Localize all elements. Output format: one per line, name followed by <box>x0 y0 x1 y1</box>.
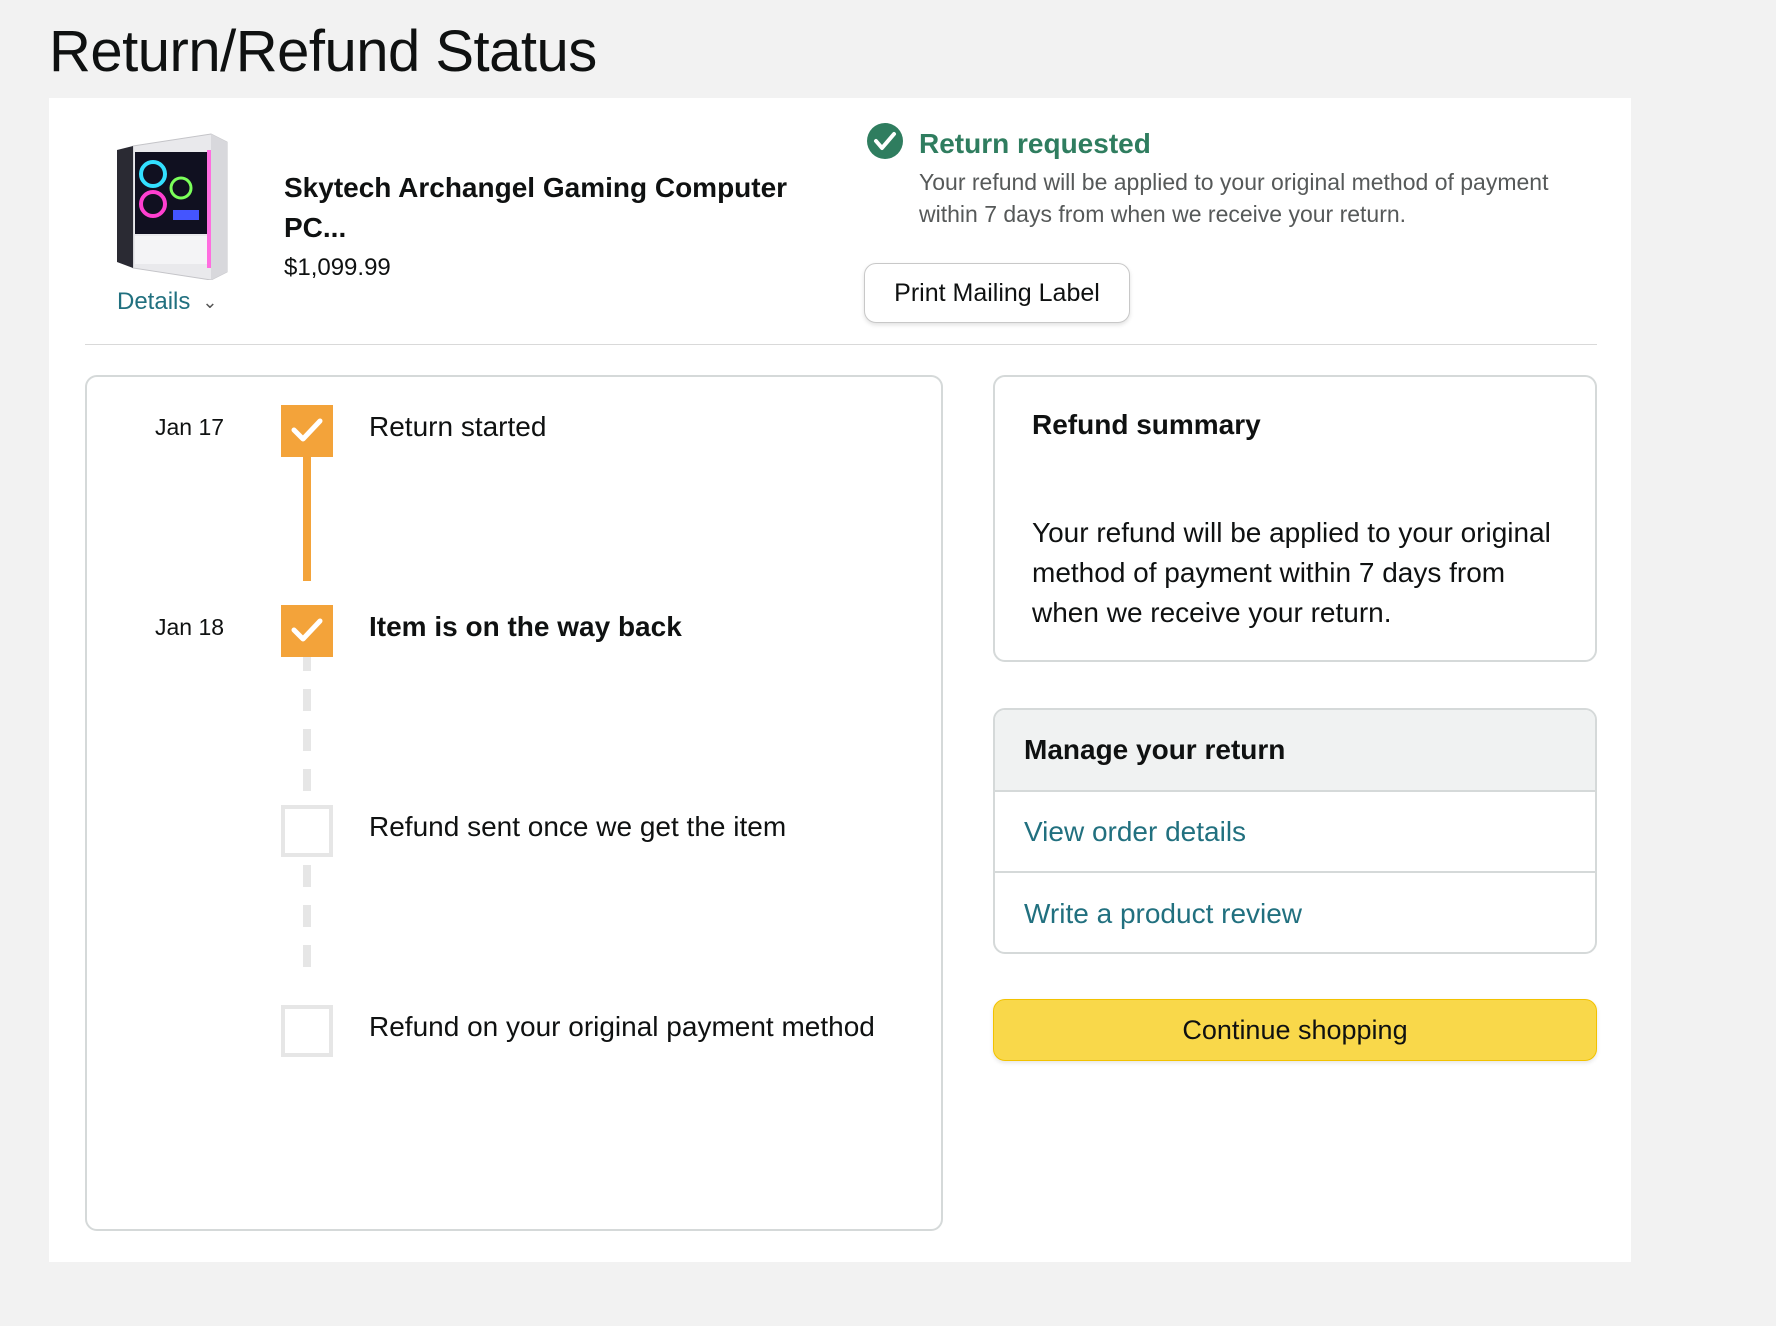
manage-return-panel: Manage your return View order details Wr… <box>993 708 1597 954</box>
timeline-step-label: Return started <box>369 411 547 442</box>
return-timeline: Jan 17 Return started Jan 18 Item is on … <box>85 375 943 1231</box>
timeline-step-date: Jan 18 <box>155 614 225 640</box>
page-title: Return/Refund Status <box>49 19 597 84</box>
return-status-card: Details ⌄ Skytech Archangel Gaming Compu… <box>49 98 1631 1262</box>
checkbox-empty-icon <box>281 1005 333 1057</box>
details-label: Details <box>117 288 191 315</box>
timeline-step-label: Refund on your original payment method <box>369 1011 875 1042</box>
refund-summary-title: Refund summary <box>1032 409 1261 440</box>
timeline-step-label: Refund sent once we get the item <box>369 811 787 842</box>
checkbox-empty-icon <box>281 805 333 857</box>
product-name[interactable]: Skytech Archangel Gaming Computer PC... <box>284 168 804 248</box>
write-product-review-link[interactable]: Write a product review <box>995 873 1595 952</box>
timeline-pending-line <box>303 649 311 799</box>
section-divider <box>85 344 1597 345</box>
timeline-step-date: Jan 17 <box>155 414 225 440</box>
refund-summary-panel: Refund summary Your refund will be appli… <box>993 375 1597 662</box>
details-dropdown[interactable]: Details ⌄ <box>117 288 217 316</box>
product-image[interactable] <box>111 132 231 280</box>
timeline-step-label: Item is on the way back <box>369 611 682 642</box>
timeline-progress-line <box>303 445 311 581</box>
print-mailing-label-button[interactable]: Print Mailing Label <box>864 263 1130 323</box>
checkbox-checked-icon <box>281 605 333 657</box>
product-price: $1,099.99 <box>284 254 391 281</box>
status-title: Return requested <box>919 128 1151 159</box>
checkbox-checked-icon <box>281 405 333 457</box>
continue-shopping-button[interactable]: Continue shopping <box>993 999 1597 1061</box>
chevron-down-icon: ⌄ <box>202 291 218 312</box>
view-order-details-link[interactable]: View order details <box>995 792 1595 873</box>
refund-summary-text: Your refund will be applied to your orig… <box>1032 517 1551 628</box>
check-circle-icon <box>867 123 903 159</box>
status-description: Your refund will be applied to your orig… <box>919 169 1549 227</box>
manage-return-title: Manage your return <box>995 710 1595 792</box>
